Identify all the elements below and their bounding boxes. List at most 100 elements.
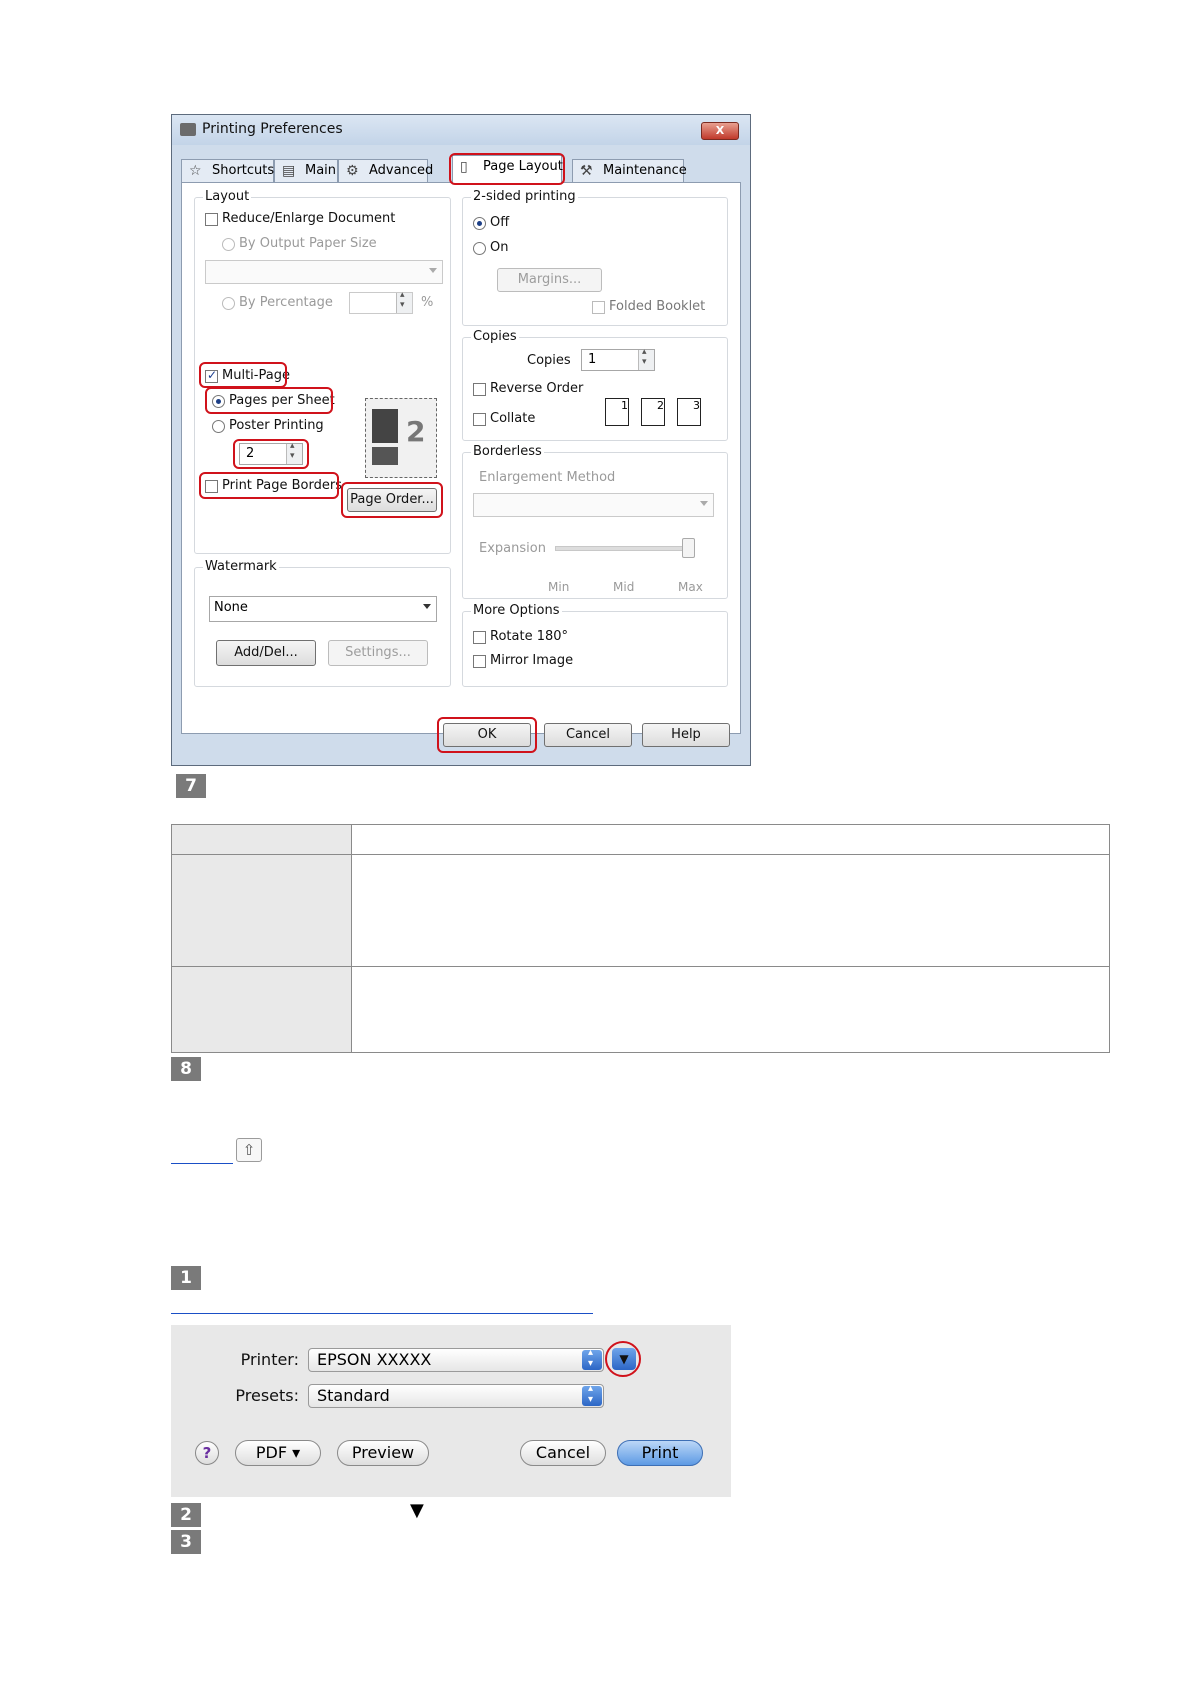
enlargement-method-select[interactable] — [473, 493, 714, 517]
stepper-icon — [582, 1347, 602, 1370]
close-button[interactable]: X — [701, 122, 739, 140]
table-cell — [351, 966, 1110, 1053]
tab-maintenance[interactable]: ⚒ Maintenance — [572, 159, 687, 183]
step-badge-2: 2 — [171, 1503, 201, 1527]
expansion-max-label: Max — [678, 580, 703, 594]
tab-main[interactable]: ▤ Main — [274, 159, 338, 183]
tab-advanced[interactable]: ⚙ Advanced — [338, 159, 433, 183]
collate-page-icon: 2 — [641, 398, 665, 426]
layout-group: Layout Reduce/Enlarge Document By Output… — [194, 189, 451, 554]
folded-booklet-checkbox[interactable] — [592, 301, 605, 314]
table-row — [171, 966, 1110, 1053]
watermark-group: Watermark None Add/Del... Settings... — [194, 559, 451, 687]
page-thumbnail-icon — [372, 409, 398, 443]
expansion-slider-track[interactable] — [555, 546, 687, 551]
percent-sign: % — [421, 295, 434, 310]
two-sided-group: 2-sided printing Off On Margins... Folde… — [462, 189, 728, 326]
table-cell — [351, 824, 1110, 855]
printer-label: Printer: — [240, 1350, 299, 1369]
table-row — [171, 854, 1110, 967]
help-question-icon[interactable]: ? — [195, 1441, 219, 1465]
expansion-label: Expansion — [479, 541, 546, 556]
help-button[interactable]: Help — [642, 723, 730, 747]
table-cell — [171, 824, 352, 855]
table-cell — [171, 966, 352, 1053]
reverse-order-checkbox[interactable] — [473, 383, 486, 396]
chevron-down-icon — [429, 268, 437, 273]
print-button[interactable]: Print — [617, 1440, 703, 1466]
rotate-180-checkbox[interactable] — [473, 631, 486, 644]
expansion-min-label: Min — [548, 580, 570, 594]
dialog-title: Printing Preferences — [202, 121, 343, 137]
reference-link[interactable] — [171, 1313, 593, 1314]
highlight-page-order — [341, 482, 443, 518]
collate-page-icon: 1 — [605, 398, 629, 426]
chevron-down-icon — [700, 501, 708, 506]
two-sided-off-radio[interactable] — [473, 217, 486, 230]
chevron-down-icon — [423, 604, 431, 609]
by-output-paper-size-radio[interactable] — [222, 238, 235, 251]
step-badge-8: 8 — [171, 1057, 201, 1081]
spinner-arrows-icon — [396, 290, 412, 313]
percentage-spinner[interactable] — [349, 290, 413, 314]
step-badge-1: 1 — [171, 1266, 201, 1290]
mirror-image-checkbox[interactable] — [473, 655, 486, 668]
copies-spinner[interactable]: 1 — [581, 347, 655, 371]
reduce-enlarge-checkbox[interactable] — [205, 213, 218, 226]
copies-label: Copies — [527, 353, 571, 368]
by-percentage-radio[interactable] — [222, 297, 235, 310]
spinner-arrows-icon — [638, 347, 654, 370]
margins-button[interactable]: Margins... — [497, 268, 602, 292]
table-cell — [351, 854, 1110, 967]
by-percentage-label: By Percentage — [239, 295, 333, 310]
mirror-image-label: Mirror Image — [490, 653, 574, 668]
folded-booklet-label: Folded Booklet — [609, 299, 706, 314]
expansion-slider-thumb[interactable] — [682, 538, 695, 558]
presets-label: Presets: — [235, 1386, 299, 1405]
more-options-group-title: More Options — [471, 603, 562, 618]
preview-page-number: 2 — [406, 415, 426, 448]
stepper-icon — [582, 1383, 602, 1406]
rotate-180-label: Rotate 180° — [490, 629, 569, 644]
add-del-button[interactable]: Add/Del... — [216, 640, 316, 666]
printer-select[interactable]: EPSON XXXXX — [308, 1347, 604, 1372]
two-sided-group-title: 2-sided printing — [471, 189, 578, 204]
watermark-group-title: Watermark — [203, 559, 279, 574]
star-icon: ☆ — [189, 163, 202, 179]
printing-preferences-dialog: Printing Preferences X ☆ Shortcuts ▤ Main … — [171, 114, 751, 766]
collate-checkbox[interactable] — [473, 413, 486, 426]
by-output-paper-size-label: By Output Paper Size — [239, 236, 377, 251]
pdf-button[interactable]: PDF ▾ — [235, 1440, 321, 1466]
top-link[interactable] — [171, 1163, 233, 1164]
poster-printing-radio[interactable] — [212, 420, 225, 433]
collate-page-icon: 3 — [677, 398, 701, 426]
gear-icon: ⚙ — [346, 163, 359, 179]
poster-printing-label: Poster Printing — [229, 418, 324, 433]
two-sided-on-radio[interactable] — [473, 242, 486, 255]
preview-button[interactable]: Preview — [337, 1440, 429, 1466]
output-paper-size-select[interactable] — [205, 260, 443, 284]
title-bar: Printing Preferences X — [172, 115, 750, 145]
enlargement-method-label: Enlargement Method — [479, 470, 616, 485]
highlight-pages-per-sheet — [205, 387, 333, 414]
step-badge-7: 7 — [176, 774, 206, 798]
copies-group-title: Copies — [471, 329, 519, 344]
highlight-disclosure-button — [605, 1341, 641, 1377]
watermark-settings-button[interactable]: Settings... — [328, 640, 428, 666]
table-row — [171, 824, 1110, 855]
mac-cancel-button[interactable]: Cancel — [520, 1440, 606, 1466]
tab-shortcuts[interactable]: ☆ Shortcuts — [181, 159, 274, 183]
watermark-select[interactable]: None — [209, 596, 437, 622]
copies-group: Copies Copies 1 Reverse Order Collate 1 … — [462, 329, 728, 441]
presets-select[interactable]: Standard — [308, 1383, 604, 1408]
settings-table — [171, 824, 1110, 1053]
reverse-order-label: Reverse Order — [490, 381, 584, 396]
wrench-icon: ⚒ — [580, 163, 593, 179]
cancel-button[interactable]: Cancel — [544, 723, 632, 747]
step-badge-3: 3 — [171, 1530, 201, 1554]
table-cell — [171, 854, 352, 967]
reduce-enlarge-label: Reduce/Enlarge Document — [222, 211, 396, 226]
arrow-up-icon[interactable]: ⇧ — [236, 1138, 262, 1162]
borderless-group: Borderless Enlargement Method Expansion … — [462, 444, 728, 599]
highlight-page-layout-tab — [449, 153, 565, 185]
